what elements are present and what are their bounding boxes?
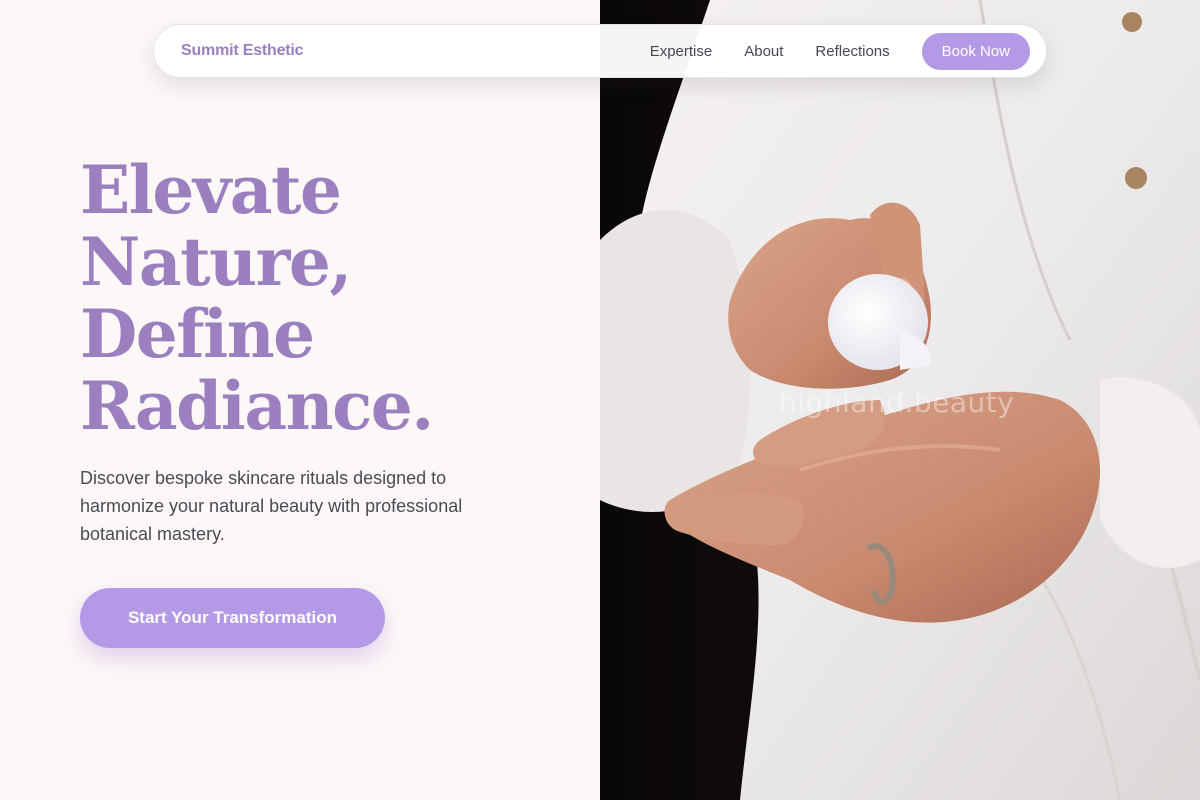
- headline-line-3: Define: [80, 295, 315, 373]
- hero-subtitle: Discover bespoke skincare rituals design…: [80, 468, 463, 544]
- top-navigation-bar: Summit Esthetic Expertise About Reflecti…: [153, 24, 1047, 78]
- headline-line-2: Nature,: [80, 223, 352, 301]
- headline-line-4: Radiance.: [80, 367, 434, 445]
- nav-link-reflections[interactable]: Reflections: [815, 43, 889, 60]
- nav-link-expertise[interactable]: Expertise: [650, 43, 713, 60]
- headline-line-1: Elevate: [80, 151, 342, 229]
- nav-links: Expertise About Reflections Book Now: [650, 32, 1030, 70]
- nav-link-about[interactable]: About: [744, 43, 783, 60]
- book-now-button[interactable]: Book Now: [921, 32, 1030, 70]
- brand-logo[interactable]: Summit Esthetic: [181, 42, 304, 60]
- start-transformation-button[interactable]: Start Your Transformation: [80, 588, 385, 648]
- watermark-text: highland.beauty: [779, 386, 1015, 419]
- hero-headline: Elevate Nature, Define Radiance.: [80, 154, 560, 442]
